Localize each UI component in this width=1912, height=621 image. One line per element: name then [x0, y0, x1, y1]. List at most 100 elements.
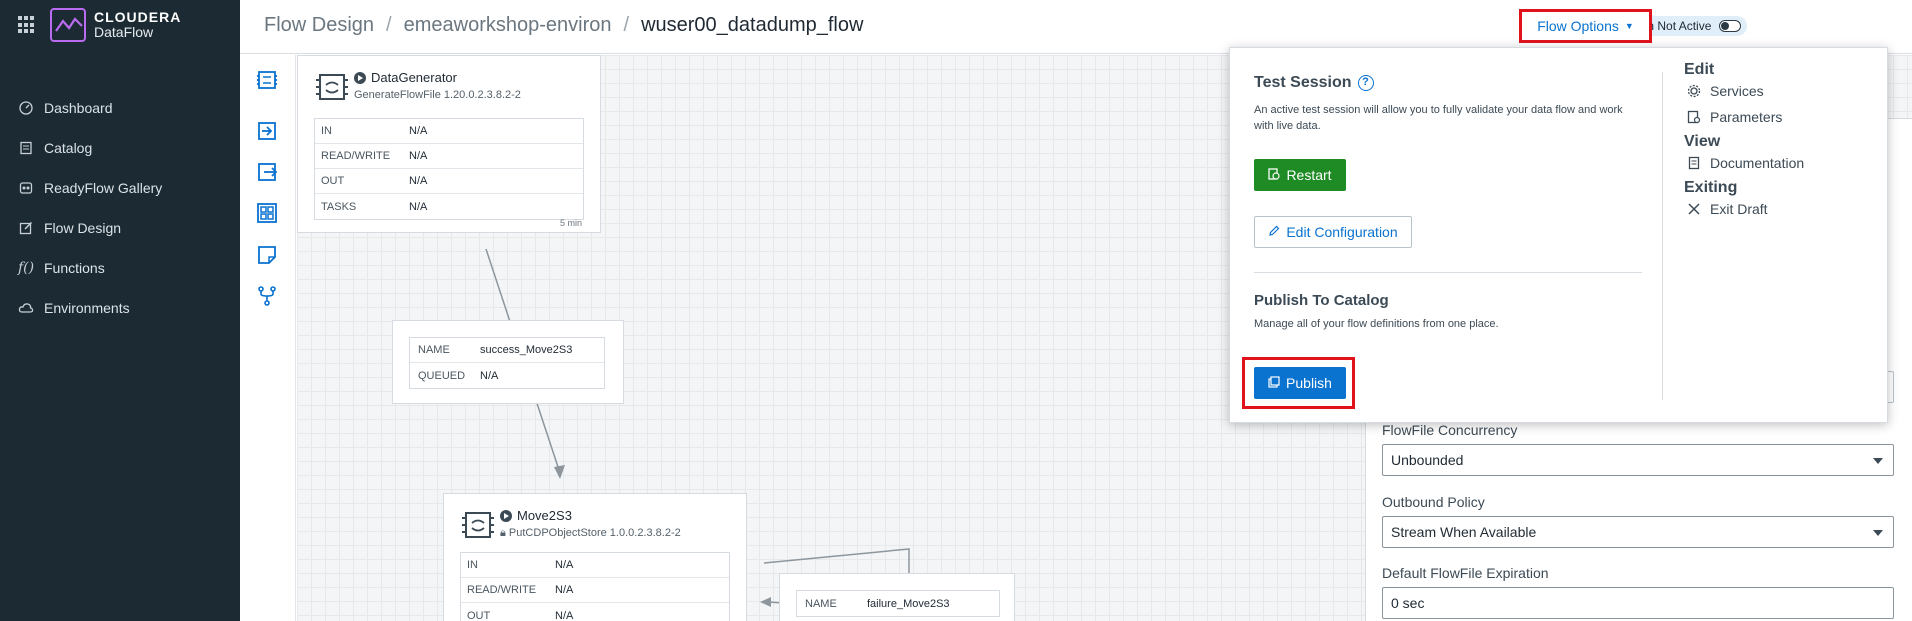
sidebar-item-dashboard[interactable]: Dashboard [0, 88, 240, 128]
restart-label: Restart [1286, 167, 1332, 183]
lock-icon: 🔒︎ [500, 527, 506, 539]
flow-options-button[interactable]: Flow Options ▼ [1519, 9, 1652, 43]
test-session-toggle[interactable] [1719, 20, 1742, 32]
breadcrumb-environment[interactable]: emeaworkshop-environ [404, 14, 612, 37]
sidebar-item-label: Dashboard [44, 100, 113, 116]
exit-draft-label: Exit Draft [1710, 201, 1768, 217]
processor-icon [462, 510, 494, 540]
stat-label: OUT [467, 609, 491, 621]
run-status-icon [500, 509, 512, 522]
stat-label: TASKS [321, 200, 357, 213]
stat-label: IN [467, 559, 478, 571]
stat-value: N/A [555, 609, 574, 621]
sidebar-nav: Dashboard Catalog ReadyFlow Gallery Flow… [0, 88, 240, 328]
catalog-icon [16, 138, 36, 158]
connection-card[interactable]: NAME failure_Move2S3 [779, 573, 1015, 621]
sidebar-item-label: Environments [44, 300, 130, 316]
expiration-input[interactable]: 0 sec [1382, 587, 1894, 619]
processor-type-text: PutCDPObjectStore 1.0.0.2.3.8.2-2 [508, 527, 681, 539]
component-toolbar [240, 55, 296, 621]
header: Flow Design / emeaworkshop-environ / wus… [240, 0, 1912, 54]
stat-value: N/A [555, 559, 574, 571]
connection-stats: NAME success_Move2S3 QUEUED N/A [409, 337, 605, 389]
outbound-policy-label: Outbound Policy [1382, 494, 1485, 510]
restart-button[interactable]: Restart [1254, 159, 1346, 191]
sidebar-item-readyflow-gallery[interactable]: ReadyFlow Gallery [0, 168, 240, 208]
processor-type: GenerateFlowFile 1.20.0.2.3.8.2-2 [354, 89, 521, 101]
run-status-icon [354, 71, 366, 84]
sidebar-item-flow-design[interactable]: Flow Design [0, 208, 240, 248]
process-group-tool-icon[interactable] [256, 202, 278, 224]
funnel-tool-icon[interactable] [256, 285, 278, 307]
sidebar-item-functions[interactable]: f() Functions [0, 248, 240, 288]
stat-row: IN N/A [461, 553, 729, 578]
parameters-label: Parameters [1710, 109, 1783, 125]
breadcrumb-separator: / [386, 14, 392, 36]
exit-draft-menu-item[interactable]: Exit Draft [1686, 201, 1768, 217]
parameters-icon [1686, 109, 1702, 125]
processor-stats: IN N/A READ/WRITE N/A OUT N/A [460, 552, 730, 621]
gear-icon [1686, 83, 1702, 99]
processor-stats: IN N/A READ/WRITE N/A OUT N/A TASKS N/A [314, 118, 584, 220]
processor-icon [316, 72, 348, 102]
input-port-tool-icon[interactable] [256, 120, 278, 142]
documentation-label: Documentation [1710, 155, 1805, 171]
breadcrumb: Flow Design / emeaworkshop-environ / wus… [264, 14, 863, 37]
stat-value: N/A [409, 200, 428, 213]
stat-label: IN [321, 125, 332, 137]
expiration-value: 0 sec [1391, 595, 1425, 611]
exiting-heading: Exiting [1684, 179, 1738, 196]
parameters-menu-item[interactable]: Parameters [1686, 109, 1782, 125]
connection-stats: NAME failure_Move2S3 [796, 590, 1000, 617]
publish-button[interactable]: Publish [1254, 367, 1346, 399]
edit-configuration-button[interactable]: Edit Configuration [1254, 216, 1412, 248]
stat-value: N/A [409, 125, 428, 137]
connection-value: failure_Move2S3 [867, 597, 950, 610]
outbound-policy-select[interactable]: Stream When Available [1382, 516, 1894, 548]
stat-value: N/A [409, 175, 428, 187]
edit-icon [16, 218, 36, 238]
apps-grid-icon[interactable] [18, 16, 36, 34]
services-menu-item[interactable]: Services [1686, 83, 1764, 99]
breadcrumb-flow-design[interactable]: Flow Design [264, 14, 374, 37]
processor-tool-icon[interactable] [256, 69, 278, 91]
connection-row: NAME failure_Move2S3 [797, 591, 999, 616]
sidebar: CLOUDERA DataFlow Dashboard Catalog Read… [0, 0, 240, 621]
connection-label: QUEUED [418, 369, 466, 382]
caret-down-icon [1873, 458, 1883, 464]
processor-card[interactable]: DataGenerator GenerateFlowFile 1.20.0.2.… [297, 55, 601, 233]
test-session-title: Test Session [1254, 74, 1352, 91]
connection-value: success_Move2S3 [480, 344, 573, 356]
flow-options-menu: Test Session? An active test session wil… [1229, 47, 1888, 423]
brand-name: CLOUDERA [94, 9, 182, 25]
documentation-menu-item[interactable]: Documentation [1686, 155, 1804, 171]
sidebar-item-label: ReadyFlow Gallery [44, 180, 163, 196]
stat-value: N/A [555, 584, 574, 596]
stat-row: READ/WRITE N/A [315, 144, 583, 169]
stat-label: READ/WRITE [321, 150, 391, 162]
sidebar-item-label: Flow Design [44, 220, 122, 236]
connection-row: NAME success_Move2S3 [410, 338, 604, 363]
label-tool-icon[interactable] [256, 244, 278, 266]
menu-column-divider [1662, 72, 1663, 400]
publish-heading: Publish To Catalog [1254, 292, 1389, 309]
breadcrumb-flow-name: wuser00_datadump_flow [641, 14, 864, 36]
stat-row: IN N/A [315, 119, 583, 144]
processor-card[interactable]: Move2S3 🔒︎ PutCDPObjectStore 1.0.0.2.3.8… [443, 493, 747, 621]
pencil-icon [1268, 224, 1280, 240]
connection-value: N/A [480, 369, 499, 382]
help-icon[interactable]: ? [1357, 74, 1374, 91]
concurrency-select[interactable]: Unbounded [1382, 444, 1894, 476]
output-port-tool-icon[interactable] [256, 161, 278, 183]
stat-row: OUT N/A [315, 169, 583, 194]
connection-label: NAME [805, 597, 837, 610]
function-icon: f() [17, 260, 35, 276]
edit-heading: Edit [1684, 61, 1715, 78]
sidebar-item-catalog[interactable]: Catalog [0, 128, 240, 168]
sidebar-item-environments[interactable]: Environments [0, 288, 240, 328]
concurrency-label: FlowFile Concurrency [1382, 422, 1518, 438]
restart-icon [1268, 167, 1281, 183]
processor-name: DataGenerator [354, 70, 457, 85]
connection-card[interactable]: NAME success_Move2S3 QUEUED N/A [392, 320, 624, 404]
edit-configuration-label: Edit Configuration [1286, 224, 1398, 240]
